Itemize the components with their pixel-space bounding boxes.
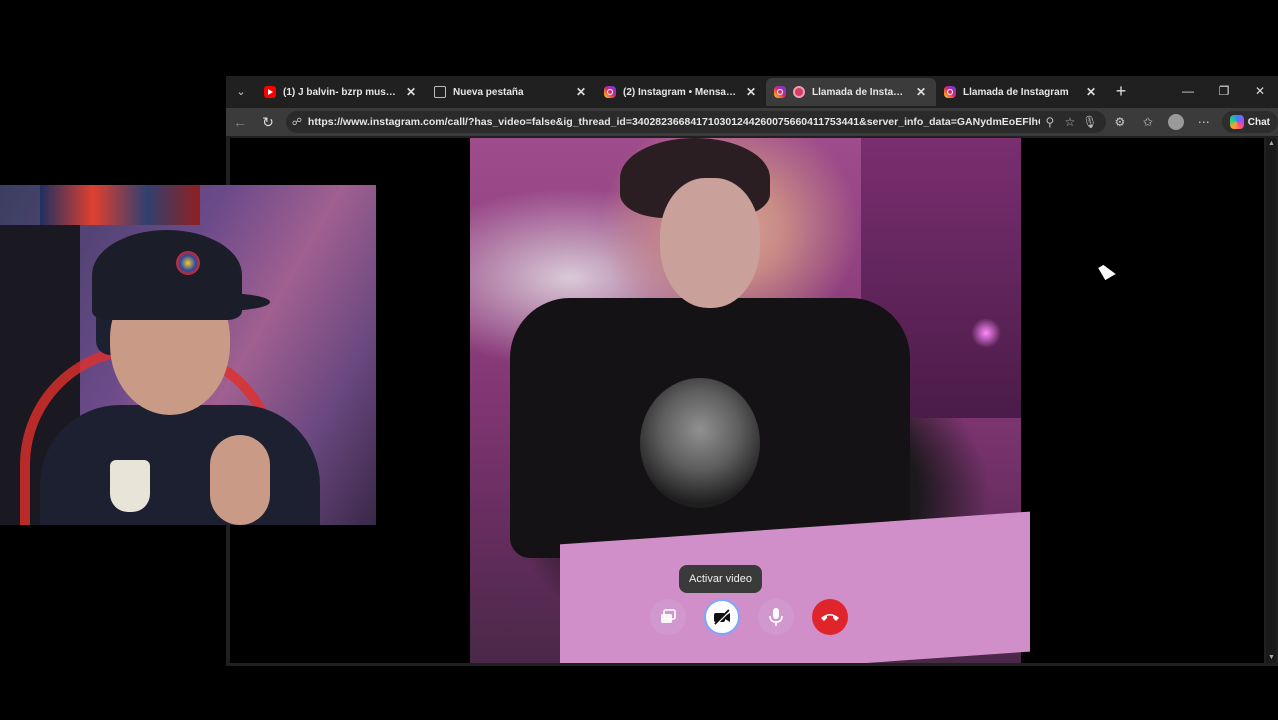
cap-badge-icon [176,251,200,275]
back-arrow-icon[interactable]: ← [226,108,254,136]
close-tab-icon[interactable]: ✕ [744,85,758,99]
microphone-button[interactable] [758,599,794,635]
url-text[interactable]: https://www.instagram.com/call/?has_vide… [308,116,1040,128]
instagram-icon [774,86,786,98]
page-icon [434,86,446,98]
tab-instagram-call-active[interactable]: Llamada de Instagram ✕ [766,78,936,106]
recording-icon [793,86,805,98]
browser-toolbar: ← ↻ ☍ https://www.instagram.com/call/?ha… [226,108,1278,136]
chat-label: Chat [1247,116,1270,128]
favorites-icon[interactable]: ✩ [1134,108,1162,136]
screen-share-icon [661,609,676,623]
address-bar[interactable]: ☍ https://www.instagram.com/call/?has_vi… [285,111,1106,133]
extensions-icon[interactable]: ⚙ [1106,108,1134,136]
profile-avatar-icon[interactable] [1167,114,1184,130]
hang-up-button[interactable] [812,599,848,635]
scroll-up-icon[interactable]: ▲ [1268,140,1275,147]
tab-instagram-messages[interactable]: (2) Instagram • Mensajes ✕ [596,78,766,106]
window-controls: — ❐ ✕ [1170,76,1278,106]
mouse-cursor [1098,261,1116,281]
more-menu-icon[interactable]: ⋯ [1190,108,1218,136]
youtube-icon [264,86,276,98]
zoom-icon[interactable]: ⚲ [1040,115,1060,129]
streamer-webcam-overlay [0,185,376,525]
refresh-icon[interactable]: ↻ [254,108,282,136]
tab-youtube[interactable]: (1) J balvin- bzrp music sesions ✕ [256,78,426,106]
mic-permission-icon[interactable]: 🎙 [1080,115,1100,129]
copilot-icon [1229,115,1244,129]
instagram-icon [604,86,616,98]
close-tab-icon[interactable]: ✕ [574,85,588,99]
favorite-star-icon[interactable]: ☆ [1060,115,1080,129]
toggle-video-button[interactable] [704,599,740,635]
new-tab-plus-icon[interactable]: + [1106,81,1136,102]
call-viewport: Activar video [230,138,1264,663]
tab-instagram-call[interactable]: Llamada de Instagram ✕ [936,78,1106,106]
minimize-icon[interactable]: — [1170,76,1206,106]
tab-label: Llamada de Instagram [812,86,908,98]
hang-up-icon [821,614,839,621]
screen-share-button[interactable] [650,599,686,635]
close-window-icon[interactable]: ✕ [1242,76,1278,106]
call-controls [650,599,848,635]
instagram-icon [944,86,956,98]
tab-list-chevron-icon[interactable]: ⌄ [226,76,256,106]
close-tab-icon[interactable]: ✕ [404,85,418,99]
scroll-down-icon[interactable]: ▼ [1268,654,1275,661]
tab-label: (1) J balvin- bzrp music sesions [283,86,398,98]
tab-strip: ⌄ (1) J balvin- bzrp music sesions ✕ Nue… [226,76,1278,106]
close-tab-icon[interactable]: ✕ [1084,85,1098,99]
tab-label: (2) Instagram • Mensajes [623,86,738,98]
video-off-icon [714,609,731,625]
screen: ⌄ (1) J balvin- bzrp music sesions ✕ Nue… [0,0,1278,720]
browser-window: ⌄ (1) J balvin- bzrp music sesions ✕ Nue… [226,76,1278,666]
microphone-icon [769,608,783,626]
close-tab-icon[interactable]: ✕ [914,85,928,99]
tab-new-tab[interactable]: Nueva pestaña ✕ [426,78,596,106]
tab-label: Nueva pestaña [453,86,524,98]
restore-icon[interactable]: ❐ [1206,76,1242,106]
tab-label: Llamada de Instagram [963,86,1069,98]
copilot-chat-button[interactable]: Chat [1221,111,1278,133]
site-info-icon[interactable]: ☍ [292,117,308,128]
scrollbar[interactable]: ▲ ▼ [1266,138,1276,663]
activate-video-tooltip: Activar video [679,565,762,593]
